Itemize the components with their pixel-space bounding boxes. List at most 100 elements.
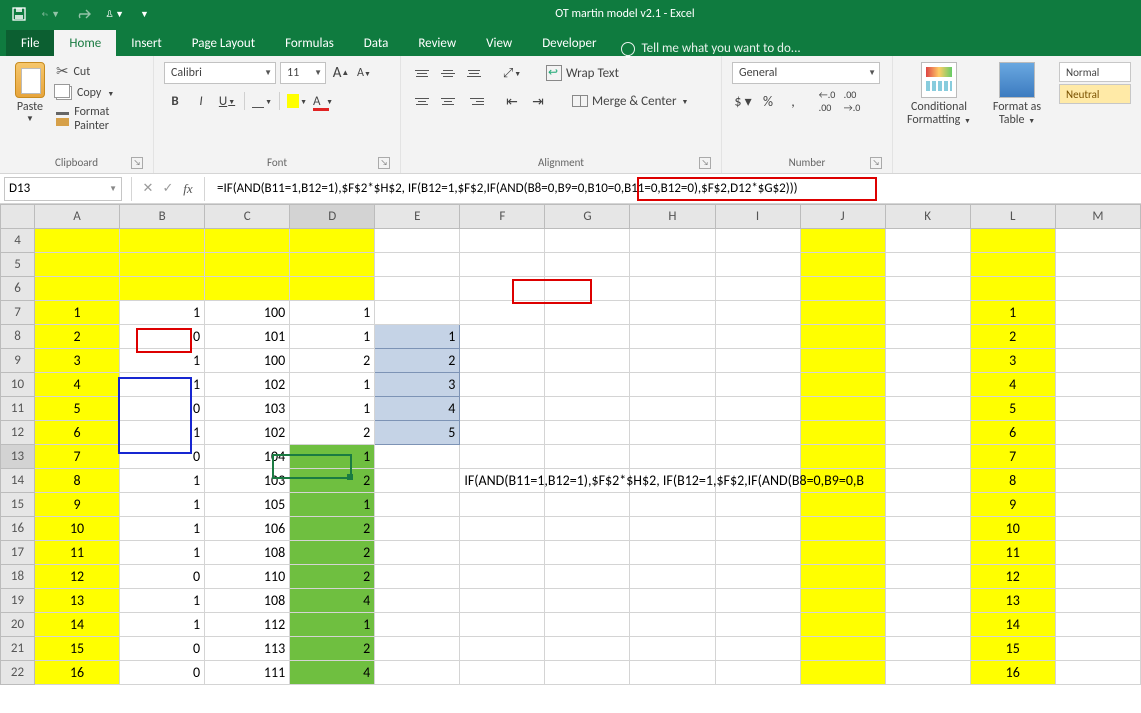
qat-customize-icon[interactable]: ▼ <box>140 9 149 20</box>
cell-F15[interactable] <box>460 493 545 517</box>
cell-L14[interactable]: 8 <box>970 469 1055 493</box>
cell-K22[interactable] <box>885 661 970 685</box>
cell-D9[interactable]: 2 <box>290 349 375 373</box>
tell-me-search[interactable]: Tell me what you want to do... <box>621 41 800 56</box>
cell-M4[interactable] <box>1055 229 1140 253</box>
cell-H22[interactable] <box>630 661 715 685</box>
cell-J11[interactable] <box>800 397 885 421</box>
cell-B15[interactable]: 1 <box>120 493 205 517</box>
cell-H5[interactable] <box>630 253 715 277</box>
cell-D4[interactable] <box>290 229 375 253</box>
align-top-button[interactable] <box>411 62 433 84</box>
cell-G4[interactable] <box>545 229 630 253</box>
cell-E16[interactable] <box>375 517 460 541</box>
cell-H15[interactable] <box>630 493 715 517</box>
formula-input[interactable]: =IF(AND(B11=1,B12=1),$F$2*$H$2, IF(B12=1… <box>211 181 1141 196</box>
cell-I22[interactable] <box>715 661 800 685</box>
wrap-text-button[interactable]: Wrap Text <box>545 62 620 84</box>
row-header-17[interactable]: 17 <box>1 541 35 565</box>
cell-F6[interactable] <box>460 277 545 301</box>
cell-F11[interactable] <box>460 397 545 421</box>
shrink-font-button[interactable]: A▼ <box>353 62 375 84</box>
undo-icon[interactable]: ▼ <box>42 5 60 23</box>
cell-G17[interactable] <box>545 541 630 565</box>
cell-M14[interactable] <box>1055 469 1140 493</box>
cell-I13[interactable] <box>715 445 800 469</box>
cell-M22[interactable] <box>1055 661 1140 685</box>
cell-L6[interactable] <box>970 277 1055 301</box>
cell-E10[interactable]: 3 <box>375 373 460 397</box>
cell-D12[interactable]: 2 <box>290 421 375 445</box>
cell-B18[interactable]: 0 <box>120 565 205 589</box>
cell-E5[interactable] <box>375 253 460 277</box>
cell-K20[interactable] <box>885 613 970 637</box>
column-header-B[interactable]: B <box>120 205 205 229</box>
cell-D8[interactable]: 1 <box>290 325 375 349</box>
italic-button[interactable]: I <box>190 90 212 112</box>
cell-I16[interactable] <box>715 517 800 541</box>
cell-B14[interactable]: 1 <box>120 469 205 493</box>
cell-D16[interactable]: 2 <box>290 517 375 541</box>
cell-A18[interactable]: 12 <box>35 565 120 589</box>
cell-L22[interactable]: 16 <box>970 661 1055 685</box>
row-header-14[interactable]: 14 <box>1 469 35 493</box>
cell-A9[interactable]: 3 <box>35 349 120 373</box>
grow-font-button[interactable]: A▲ <box>330 62 352 84</box>
cell-D22[interactable]: 4 <box>290 661 375 685</box>
cell-J6[interactable] <box>800 277 885 301</box>
cell-H18[interactable] <box>630 565 715 589</box>
row-header-8[interactable]: 8 <box>1 325 35 349</box>
cell-C17[interactable]: 108 <box>205 541 290 565</box>
column-header-E[interactable]: E <box>375 205 460 229</box>
cell-F4[interactable] <box>460 229 545 253</box>
cell-G9[interactable] <box>545 349 630 373</box>
dialog-launcher-icon[interactable]: ↘ <box>699 157 711 169</box>
cell-L20[interactable]: 14 <box>970 613 1055 637</box>
cell-E19[interactable] <box>375 589 460 613</box>
cell-A6[interactable] <box>35 277 120 301</box>
tab-developer[interactable]: Developer <box>527 30 611 56</box>
cell-H4[interactable] <box>630 229 715 253</box>
cell-I21[interactable] <box>715 637 800 661</box>
cell-A17[interactable]: 11 <box>35 541 120 565</box>
cell-J10[interactable] <box>800 373 885 397</box>
column-header-H[interactable]: H <box>630 205 715 229</box>
cell-H9[interactable] <box>630 349 715 373</box>
cell-A15[interactable]: 9 <box>35 493 120 517</box>
cell-B19[interactable]: 1 <box>120 589 205 613</box>
cell-C11[interactable]: 103 <box>205 397 290 421</box>
column-header-I[interactable]: I <box>715 205 800 229</box>
cell-H6[interactable] <box>630 277 715 301</box>
decrease-indent-button[interactable]: ⇤ <box>501 90 523 112</box>
cell-E9[interactable]: 2 <box>375 349 460 373</box>
align-middle-button[interactable] <box>437 62 459 84</box>
cell-E15[interactable] <box>375 493 460 517</box>
cell-F10[interactable] <box>460 373 545 397</box>
column-header-G[interactable]: G <box>545 205 630 229</box>
tab-data[interactable]: Data <box>349 30 404 56</box>
cell-L10[interactable]: 4 <box>970 373 1055 397</box>
cell-F22[interactable] <box>460 661 545 685</box>
cell-I4[interactable] <box>715 229 800 253</box>
cell-M21[interactable] <box>1055 637 1140 661</box>
row-header-4[interactable]: 4 <box>1 229 35 253</box>
column-header-F[interactable]: F <box>460 205 545 229</box>
row-header-13[interactable]: 13 <box>1 445 35 469</box>
increase-decimal-button[interactable]: ←.0.00 <box>816 90 838 112</box>
row-header-22[interactable]: 22 <box>1 661 35 685</box>
align-center-button[interactable] <box>437 90 459 112</box>
cell-K9[interactable] <box>885 349 970 373</box>
cell-H11[interactable] <box>630 397 715 421</box>
cell-C16[interactable]: 106 <box>205 517 290 541</box>
cell-M7[interactable] <box>1055 301 1140 325</box>
cell-C20[interactable]: 112 <box>205 613 290 637</box>
font-color-button[interactable]: A▼ <box>312 90 334 112</box>
font-name-combo[interactable]: Calibri▼ <box>164 62 276 84</box>
cell-M20[interactable] <box>1055 613 1140 637</box>
cell-G13[interactable] <box>545 445 630 469</box>
tab-file[interactable]: File <box>6 30 54 56</box>
cell-A20[interactable]: 14 <box>35 613 120 637</box>
cell-I20[interactable] <box>715 613 800 637</box>
cell-D14[interactable]: 2 <box>290 469 375 493</box>
cell-J22[interactable] <box>800 661 885 685</box>
